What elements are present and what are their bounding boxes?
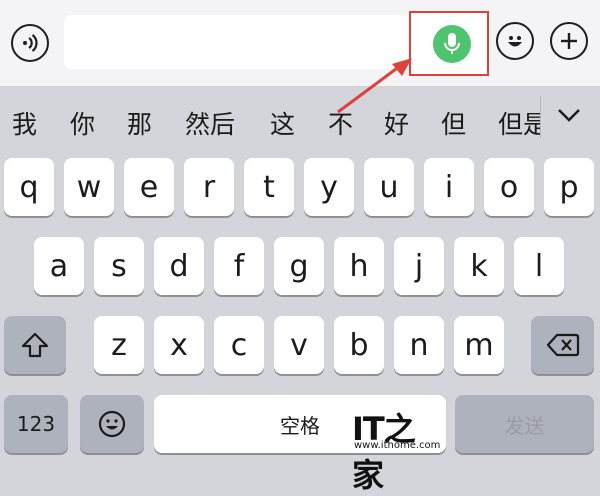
candidate-item[interactable]: 不 xyxy=(328,105,353,141)
numbers-key[interactable]: 123 xyxy=(4,395,68,453)
candidate-item[interactable]: 然后 xyxy=(185,105,235,141)
candidate-item[interactable]: 但 xyxy=(441,105,466,141)
watermark: IT之家 www.ithome.com xyxy=(352,404,441,494)
key-v[interactable]: v xyxy=(274,316,324,374)
key-u[interactable]: u xyxy=(364,158,414,216)
key-i[interactable]: i xyxy=(424,158,474,216)
watermark-url: www.ithome.com xyxy=(354,440,441,451)
key-e[interactable]: e xyxy=(124,158,174,216)
voice-wave-icon xyxy=(23,34,38,52)
key-g[interactable]: g xyxy=(274,237,324,295)
emoji-face-icon xyxy=(508,36,522,47)
input-toolbar xyxy=(0,0,600,87)
key-d[interactable]: d xyxy=(154,237,204,295)
send-key[interactable]: 发送 xyxy=(455,395,594,453)
key-t[interactable]: t xyxy=(244,158,294,216)
candidate-clip: 但是 xyxy=(498,88,540,146)
key-z[interactable]: z xyxy=(94,316,144,374)
key-w[interactable]: w xyxy=(64,158,114,216)
key-s[interactable]: s xyxy=(94,237,144,295)
mic-highlight-box xyxy=(409,11,489,76)
candidate-divider xyxy=(540,96,541,138)
candidate-item[interactable]: 你 xyxy=(70,105,95,141)
key-h[interactable]: h xyxy=(334,237,384,295)
candidate-item[interactable]: 但是 xyxy=(498,105,540,141)
key-c[interactable]: c xyxy=(214,316,264,374)
backspace-icon xyxy=(546,333,579,357)
plus-icon xyxy=(561,33,577,49)
key-x[interactable]: x xyxy=(154,316,204,374)
key-k[interactable]: k xyxy=(454,237,504,295)
key-m[interactable]: m xyxy=(454,316,504,374)
emoji-key[interactable] xyxy=(80,395,144,453)
candidate-item[interactable]: 那 xyxy=(127,105,152,141)
key-r[interactable]: r xyxy=(184,158,234,216)
shift-key[interactable] xyxy=(4,316,66,374)
emoji-face-icon xyxy=(98,410,126,438)
chevron-down-icon[interactable] xyxy=(554,102,584,128)
key-l[interactable]: l xyxy=(514,237,564,295)
shift-arrow-icon xyxy=(21,332,49,358)
candidate-bar: 我 你 那 然后 这 不 好 但 但是 xyxy=(0,88,600,146)
key-f[interactable]: f xyxy=(214,237,264,295)
key-p[interactable]: p xyxy=(544,158,594,216)
emoji-button[interactable] xyxy=(496,22,534,60)
voice-toggle-button[interactable] xyxy=(11,24,49,62)
key-y[interactable]: y xyxy=(304,158,354,216)
key-n[interactable]: n xyxy=(394,316,444,374)
candidate-item[interactable]: 我 xyxy=(12,105,37,141)
key-o[interactable]: o xyxy=(484,158,534,216)
add-button[interactable] xyxy=(550,22,588,60)
key-q[interactable]: q xyxy=(4,158,54,216)
key-b[interactable]: b xyxy=(334,316,384,374)
key-j[interactable]: j xyxy=(394,237,444,295)
candidate-item[interactable]: 好 xyxy=(384,105,409,141)
microphone-icon xyxy=(444,33,460,54)
delete-key[interactable] xyxy=(531,316,594,374)
candidate-item[interactable]: 这 xyxy=(270,105,295,141)
microphone-button[interactable] xyxy=(433,25,471,63)
key-a[interactable]: a xyxy=(34,237,84,295)
